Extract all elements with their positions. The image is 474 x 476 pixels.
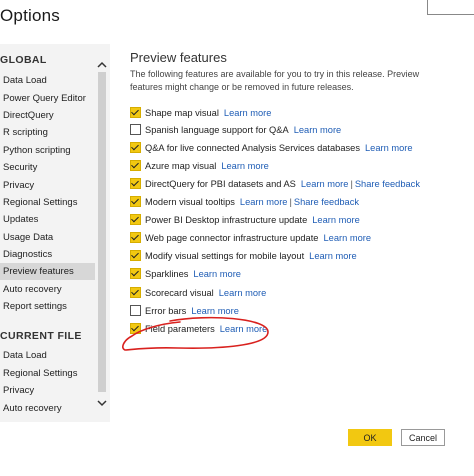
checkbox-azure-map[interactable] [130,160,141,172]
feature-label: Scorecard visual [145,288,214,298]
window-title: Options [0,6,60,25]
checkbox-qa-live[interactable] [130,142,141,154]
learn-more-link[interactable]: Learn more [309,251,357,261]
ok-button[interactable]: OK [348,429,392,446]
feature-row-scorecard: Scorecard visual Learn more [130,286,266,300]
learn-more-link[interactable]: Learn more [312,215,360,225]
checkbox-mobile-layout[interactable] [130,250,141,262]
sidebar-item-python-scripting[interactable]: Python scripting [0,142,95,159]
sidebar-scrollbar[interactable] [95,44,109,422]
learn-more-link[interactable]: Learn more [294,125,342,135]
sidebar-item-r-scripting[interactable]: R scripting [0,124,95,141]
sidebar-item-usage-data[interactable]: Usage Data [0,229,95,246]
checkbox-infra-update[interactable] [130,214,141,226]
checkbox-field-parameters[interactable] [130,323,141,335]
feature-label: Spanish language support for Q&A [145,125,289,135]
chevron-down-icon[interactable] [95,396,109,410]
feature-label: DirectQuery for PBI datasets and AS [145,179,296,189]
checkbox-scorecard[interactable] [130,287,141,299]
learn-more-link[interactable]: Learn more [193,269,241,279]
chevron-up-icon[interactable] [95,58,109,72]
sidebar-item-power-query-editor[interactable]: Power Query Editor [0,90,95,107]
feature-row-infra-update: Power BI Desktop infrastructure update Le… [130,213,360,227]
feature-label: Q&A for live connected Analysis Services… [145,143,360,153]
scroll-thumb[interactable] [98,72,106,392]
learn-more-link[interactable]: Learn more [365,143,413,153]
link-separator: | [289,197,292,207]
learn-more-link[interactable]: Learn more [220,324,268,334]
sidebar-item-data-load[interactable]: Data Load [0,72,95,89]
feature-label: Modify visual settings for mobile layout [145,251,305,261]
feature-row-web-connector: Web page connector infrastructure update… [130,231,371,245]
checkbox-web-connector[interactable] [130,232,141,244]
learn-more-link[interactable]: Learn more [240,197,288,207]
learn-more-link[interactable]: Learn more [191,306,239,316]
feature-label: Field parameters [145,324,215,334]
learn-more-link[interactable]: Learn more [224,108,272,118]
sidebar-item-security[interactable]: Security [0,159,95,176]
feature-row-modern-tooltips: Modern visual tooltips Learn more | Share f… [130,195,359,209]
section-header-global: GLOBAL [0,54,47,66]
feature-label: Azure map visual [145,161,217,171]
feature-label: Power BI Desktop infrastructure update [145,215,308,225]
link-separator: | [350,179,353,189]
learn-more-link[interactable]: Learn more [219,288,267,298]
checkbox-shape-map[interactable] [130,107,141,119]
cancel-button[interactable]: Cancel [401,429,445,446]
learn-more-link[interactable]: Learn more [323,233,371,243]
section-header-current-file: CURRENT FILE [0,330,82,342]
feature-row-sparklines: Sparklines Learn more [130,267,241,281]
feature-row-error-bars: Error bars Learn more [130,304,239,318]
sidebar-item-current-regional-settings[interactable]: Regional Settings [0,365,95,382]
feature-label: Shape map visual [145,108,219,118]
sidebar-item-privacy[interactable]: Privacy [0,177,95,194]
feature-row-field-parameters: Field parameters Learn more [130,322,267,336]
sidebar-item-current-privacy[interactable]: Privacy [0,382,95,399]
sidebar-item-current-data-load[interactable]: Data Load [0,347,95,364]
feature-label: Sparklines [145,269,189,279]
sidebar-item-diagnostics[interactable]: Diagnostics [0,246,95,263]
checkbox-sparklines[interactable] [130,268,141,280]
content-title: Preview features [130,50,227,65]
feature-row-shape-map: Shape map visual Learn more [130,106,271,120]
feature-row-qa-live: Q&A for live connected Analysis Services… [130,141,413,155]
sidebar-item-preview-features[interactable]: Preview features [0,263,95,280]
learn-more-link[interactable]: Learn more [301,179,349,189]
feature-row-mobile-layout: Modify visual settings for mobile layout… [130,249,357,263]
learn-more-link[interactable]: Learn more [221,161,269,171]
feature-row-directquery-pbi: DirectQuery for PBI datasets and AS Learn… [130,177,420,191]
sidebar-item-regional-settings[interactable]: Regional Settings [0,194,95,211]
sidebar-item-current-auto-recovery[interactable]: Auto recovery [0,400,95,417]
feature-label: Web page connector infrastructure update [145,233,319,243]
close-button[interactable] [427,0,474,15]
content-description: The following features are available for… [130,69,420,92]
annotation-circle [122,316,269,351]
checkbox-directquery-pbi[interactable] [130,178,141,190]
sidebar-item-report-settings[interactable]: Report settings [0,298,95,315]
sidebar-item-auto-recovery[interactable]: Auto recovery [0,281,95,298]
share-feedback-link[interactable]: Share feedback [294,197,359,207]
feature-row-spanish-qa: Spanish language support for Q&A Learn mo… [130,123,341,137]
sidebar-item-updates[interactable]: Updates [0,211,95,228]
share-feedback-link[interactable]: Share feedback [355,179,420,189]
sidebar-item-directquery[interactable]: DirectQuery [0,107,95,124]
checkbox-modern-tooltips[interactable] [130,196,141,208]
feature-label: Error bars [145,306,187,316]
sidebar: GLOBAL Data Load Power Query Editor Dire… [0,44,110,422]
feature-row-azure-map: Azure map visual Learn more [130,159,269,173]
checkbox-error-bars[interactable] [130,305,141,317]
checkbox-spanish-qa[interactable] [130,124,141,136]
feature-label: Modern visual tooltips [145,197,235,207]
